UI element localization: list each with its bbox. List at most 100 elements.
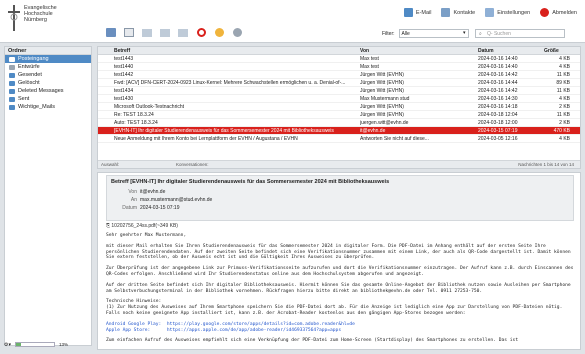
cell-date: 2024-03-16 14:40 [478,56,518,62]
mail-app: Evangelische Hochschule Nürnberg E-Mail … [0,0,585,354]
body-links[interactable]: Android Google Play: https://play.google… [106,322,574,334]
quota-settings-icon[interactable]: ⚙▾ [4,342,11,348]
more-button[interactable] [230,26,244,39]
table-row[interactable]: Fwd: [ACV] DFN-CERT-2024-0923 Linux-Kern… [98,79,580,87]
cell-date: 2024-03-16 14:30 [478,96,518,102]
message-preview: Betreff [EVHN-IT] Ihr digitaler Studiere… [97,172,581,350]
cell-from: Jürgen Witt (EVHN) [360,72,404,78]
cell-from: Max Mustermann stud [360,96,410,102]
compose-button[interactable] [122,26,136,39]
cell-subject: Neue Anmeldung mit Ihrem Konto bei Lernp… [114,136,298,142]
logo-mark-icon [8,5,20,31]
folder-icon [9,96,15,102]
cell-date: 2024-03-16 14:44 [478,80,518,86]
folder-wichtige-mails[interactable]: Wichtige_Mails [5,103,91,111]
body-paragraph: mit dieser Mail erhalten Sie Ihren Studi… [106,243,574,261]
filter-select[interactable]: Alle ▾ [398,29,469,38]
attachment-name: 10202756_24ss.pdf(~349 KB) [111,223,178,229]
cell-size: 11 KB [556,112,570,118]
table-row[interactable]: test1443 Max test 2024-03-16 14:40 4 KB [98,55,580,63]
message-subject: Betreff [EVHN-IT] Ihr digitaler Studiere… [111,179,390,185]
table-row[interactable]: Microsoft Outlook-Testnachricht Jürgen Wi… [98,103,580,111]
table-row[interactable]: [EVHN-IT] Ihr digitaler Studierendenausw… [98,127,580,135]
table-row[interactable]: test1440 Max test 2024-03-16 14:40 4 KB [98,63,580,71]
search-input[interactable]: ⌕ Q- Suchen [475,29,565,38]
gear-icon [232,28,242,37]
message-rows: test1443 Max test 2024-03-16 14:40 4 KB test… [98,55,580,143]
table-row[interactable]: Re: TEST 18.3.24 Jürgen Witt (EVHN) 2024-0… [98,111,580,119]
settings-link[interactable]: Einstellungen [485,8,530,17]
cell-date: 2024-03-16 14:40 [478,64,518,70]
filter-label: Filter: [382,30,395,37]
envelope-icon [403,8,413,17]
list-footer: Auswahl: Konversationen: Nachrichten 1 b… [98,160,580,168]
top-links: E-Mail Kontakte Einstellungen Abmelden [403,8,577,17]
delete-icon [196,28,206,37]
forward-icon [178,28,188,37]
search-placeholder: Q- Suchen [487,31,511,37]
column-date[interactable]: Datum [478,48,494,54]
trash-icon [9,80,15,86]
cell-subject: Fwd: [ACV] DFN-CERT-2024-0923 Linux-Kern… [114,80,346,86]
folder-label: Wichtige_Mails [18,104,55,110]
reply-all-button[interactable] [158,26,172,39]
column-from[interactable]: Von [360,48,369,54]
contacts-link[interactable]: Kontakte [441,8,475,17]
table-row[interactable]: Auto: TEST 18.3.24 juergen.witt@evhn.de 20… [98,119,580,127]
pencil-icon [9,64,15,70]
folder-label: Gesendet [18,72,42,78]
table-row[interactable]: test1430 Max Mustermann stud 2024-03-16 14… [98,95,580,103]
cell-date: 2024-03-16 14:42 [478,88,518,94]
sent-icon [9,72,15,78]
cell-from: Jürgen Witt (EVHN) [360,112,404,118]
quota-bar [15,342,55,347]
email-link[interactable]: E-Mail [403,8,431,17]
filter: Filter: Alle ▾ [382,29,469,38]
folder-drafts[interactable]: Entwürfe [5,63,91,71]
folder-sent-2[interactable]: Sent [5,95,91,103]
settings-link-label: Einstellungen [497,9,531,16]
folder-sent[interactable]: Gesendet [5,71,91,79]
table-row[interactable]: test1434 Jürgen Witt (EVHN) 2024-03-16 14:… [98,87,580,95]
folder-icon [9,104,15,110]
reply-icon [142,28,152,37]
folder-label: Gelöscht [18,80,40,86]
reply-button[interactable] [140,26,154,39]
selection-label[interactable]: Auswahl: [101,162,119,167]
from-value[interactable]: it@evhn.de [140,189,165,195]
cell-size: 11 KB [556,72,570,78]
logo[interactable]: Evangelische Hochschule Nürnberg [8,3,78,33]
cell-date: 2024-03-05 12:16 [478,136,518,142]
table-row[interactable]: Neue Anmeldung mit Ihrem Konto bei Lernp… [98,135,580,143]
threads-label[interactable]: Konversationen: [176,162,209,167]
cell-size: 11 KB [556,88,570,94]
folder-deleted-messages[interactable]: Deleted Messages [5,87,91,95]
table-row[interactable]: test1442 Jürgen Witt (EVHN) 2024-03-16 14:… [98,71,580,79]
cell-size: 4 KB [559,56,570,62]
quota-fill [16,343,21,346]
refresh-button[interactable] [104,26,118,39]
quota: ⚙▾ 13% [4,340,92,349]
body-paragraph: Zur Überprüfung ist der angegebene Link … [106,266,577,277]
logout-icon [540,8,550,17]
forward-button[interactable] [176,26,190,39]
cell-subject: test1443 [114,56,134,62]
mark-button[interactable] [212,26,226,39]
cell-date: 2024-03-18 12:00 [478,120,518,126]
folder-inbox[interactable]: Posteingang [5,55,91,63]
folder-label: Posteingang [18,56,49,62]
logout-link[interactable]: Abmelden [540,8,577,17]
cell-subject: Re: TEST 18.3.24 [114,112,154,118]
body-paragraph: Zum einfachen Aufruf des Ausweises empfi… [106,338,519,344]
delete-button[interactable] [194,26,208,39]
column-subject[interactable]: Betreff [114,48,130,54]
cell-from: it@evhn.de [360,128,386,134]
reply-all-icon [160,28,170,37]
to-value[interactable]: max.mustermann@stud.evhn.de [140,197,212,203]
attachment[interactable]: ⎘ 10202756_24ss.pdf(~349 KB) [106,223,178,229]
column-size[interactable]: Größe [544,48,559,54]
folder-trash[interactable]: Gelöscht [5,79,91,87]
message-date: Datum 2024-03-15 07:19 [111,205,179,211]
refresh-icon [106,28,116,37]
list-header: Betreff Von Datum Größe [98,47,580,55]
